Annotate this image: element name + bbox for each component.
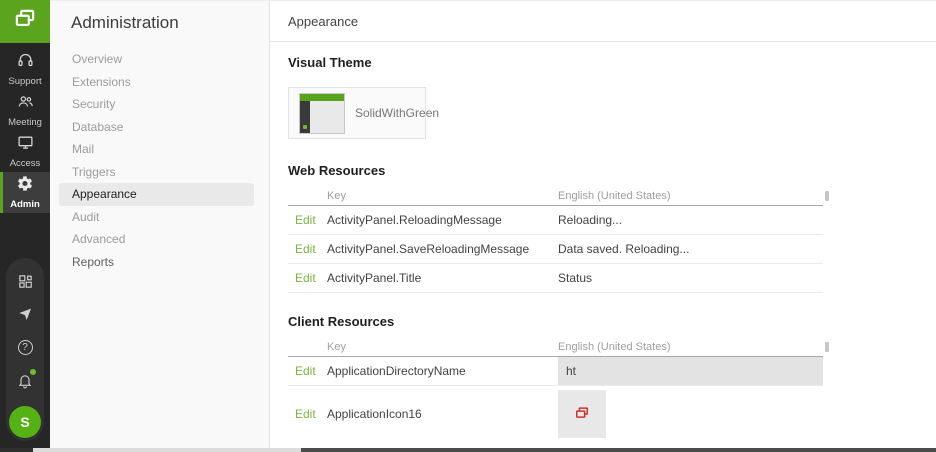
table-vertical-scrollbar[interactable] (825, 191, 829, 201)
edit-button[interactable]: Edit (288, 364, 327, 378)
sidebar-menu: Overview Extensions Security Database Ma… (50, 48, 269, 273)
theme-name: SolidWithGreen (355, 106, 439, 120)
rail-item-label: Access (10, 158, 41, 169)
scrollbar-track[interactable] (33, 448, 301, 452)
page-title: Appearance (288, 14, 358, 29)
table-header-row: Key English (United States) (288, 338, 823, 357)
resource-value-editing[interactable]: ht (558, 357, 823, 385)
rail-nav: Support Meeting (0, 49, 50, 213)
gear-icon (16, 175, 34, 197)
theme-thumb-topbar (300, 94, 344, 101)
sidebar-item-triggers[interactable]: Triggers (59, 161, 254, 184)
rail-item-label: Support (8, 76, 41, 87)
resource-key: ActivityPanel.Title (327, 271, 558, 285)
monitor-icon (16, 134, 35, 156)
theme-card-solidwithgreen[interactable]: SolidWithGreen (288, 87, 426, 139)
horizontal-scrollbar (0, 448, 936, 452)
column-header-key: Key (327, 190, 558, 202)
sidebar-item-reports[interactable]: Reports (59, 251, 254, 274)
edit-button[interactable]: Edit (288, 407, 327, 421)
scrollbar-corner (0, 448, 33, 452)
sidebar-title: Administration (50, 1, 269, 33)
table-row: Edit ActivityPanel.ReloadingMessage Relo… (288, 206, 823, 235)
theme-thumb-dot (303, 125, 307, 129)
help-icon[interactable]: ? (16, 338, 34, 356)
column-header-english: English (United States) (558, 338, 823, 356)
client-resources-heading: Client Resources (288, 314, 936, 329)
application-icon-preview[interactable] (558, 390, 606, 438)
web-resources-heading: Web Resources (288, 163, 936, 178)
app-logo[interactable] (0, 0, 50, 43)
app-window: Support Meeting (0, 0, 936, 452)
resource-value: Data saved. Reloading... (558, 235, 823, 263)
sidebar-item-appearance[interactable]: Appearance (59, 183, 254, 206)
icon-rail: Support Meeting (0, 0, 50, 452)
visual-theme-heading: Visual Theme (288, 55, 936, 70)
table-header-row: Key English (United States) (288, 187, 823, 206)
rail-item-support[interactable]: Support (0, 49, 50, 90)
sidebar-item-advanced[interactable]: Advanced (59, 228, 254, 251)
web-resources-table: Key English (United States) Edit Activit… (288, 187, 823, 293)
sidebar-item-audit[interactable]: Audit (59, 206, 254, 229)
resource-value: Status (558, 264, 823, 292)
rail-item-access[interactable]: Access (0, 131, 50, 172)
column-header-key: Key (327, 341, 558, 353)
rail-footer-pill: ? S (6, 258, 44, 441)
table-row: Edit ActivityPanel.SaveReloadingMessage … (288, 235, 823, 264)
overlapping-screens-icon (12, 6, 38, 37)
table-row: Edit ApplicationIcon16 (288, 386, 823, 442)
resource-key: ApplicationDirectoryName (327, 364, 558, 378)
table-row: Edit ApplicationDirectoryName ht (288, 357, 823, 386)
rail-item-meeting[interactable]: Meeting (0, 90, 50, 131)
scrollbar-thumb[interactable] (301, 448, 936, 452)
resource-value: Reloading... (558, 206, 823, 234)
page-header: Appearance (270, 1, 936, 42)
table-row: Edit ActivityPanel.Title Status (288, 264, 823, 293)
help-glyph: ? (18, 340, 33, 355)
rail-item-label: Admin (10, 199, 40, 210)
resource-key: ApplicationIcon16 (327, 407, 558, 421)
page-content: Visual Theme SolidWithGreen Web Resource… (270, 55, 936, 442)
edit-button[interactable]: Edit (288, 242, 327, 256)
sidebar-item-database[interactable]: Database (59, 116, 254, 139)
headset-icon (16, 52, 35, 74)
edit-button[interactable]: Edit (288, 271, 327, 285)
client-resources-table: Key English (United States) Edit Applica… (288, 338, 823, 442)
rail-item-label: Meeting (8, 117, 42, 128)
rail-item-admin[interactable]: Admin (0, 172, 50, 213)
theme-preview-thumbnail (299, 93, 345, 134)
people-icon (16, 93, 35, 115)
main-panel: Appearance Visual Theme SolidWithGreen W… (270, 0, 936, 452)
app-logo-red-icon (573, 404, 591, 425)
sidebar-item-overview[interactable]: Overview (59, 48, 254, 71)
edit-button[interactable]: Edit (288, 213, 327, 227)
table-vertical-scrollbar[interactable] (825, 342, 829, 352)
column-header-english: English (United States) (558, 187, 823, 205)
resource-key: ActivityPanel.SaveReloadingMessage (327, 242, 558, 256)
sidebar-item-security[interactable]: Security (59, 93, 254, 116)
apps-icon[interactable] (16, 272, 34, 290)
sidebar-item-extensions[interactable]: Extensions (59, 71, 254, 94)
resource-key: ActivityPanel.ReloadingMessage (327, 213, 558, 227)
admin-sidebar: Administration Overview Extensions Secur… (50, 0, 270, 452)
user-avatar[interactable]: S (9, 406, 41, 438)
send-icon[interactable] (16, 305, 34, 323)
notification-dot (30, 369, 36, 375)
sidebar-item-mail[interactable]: Mail (59, 138, 254, 161)
bell-icon[interactable] (16, 371, 34, 389)
